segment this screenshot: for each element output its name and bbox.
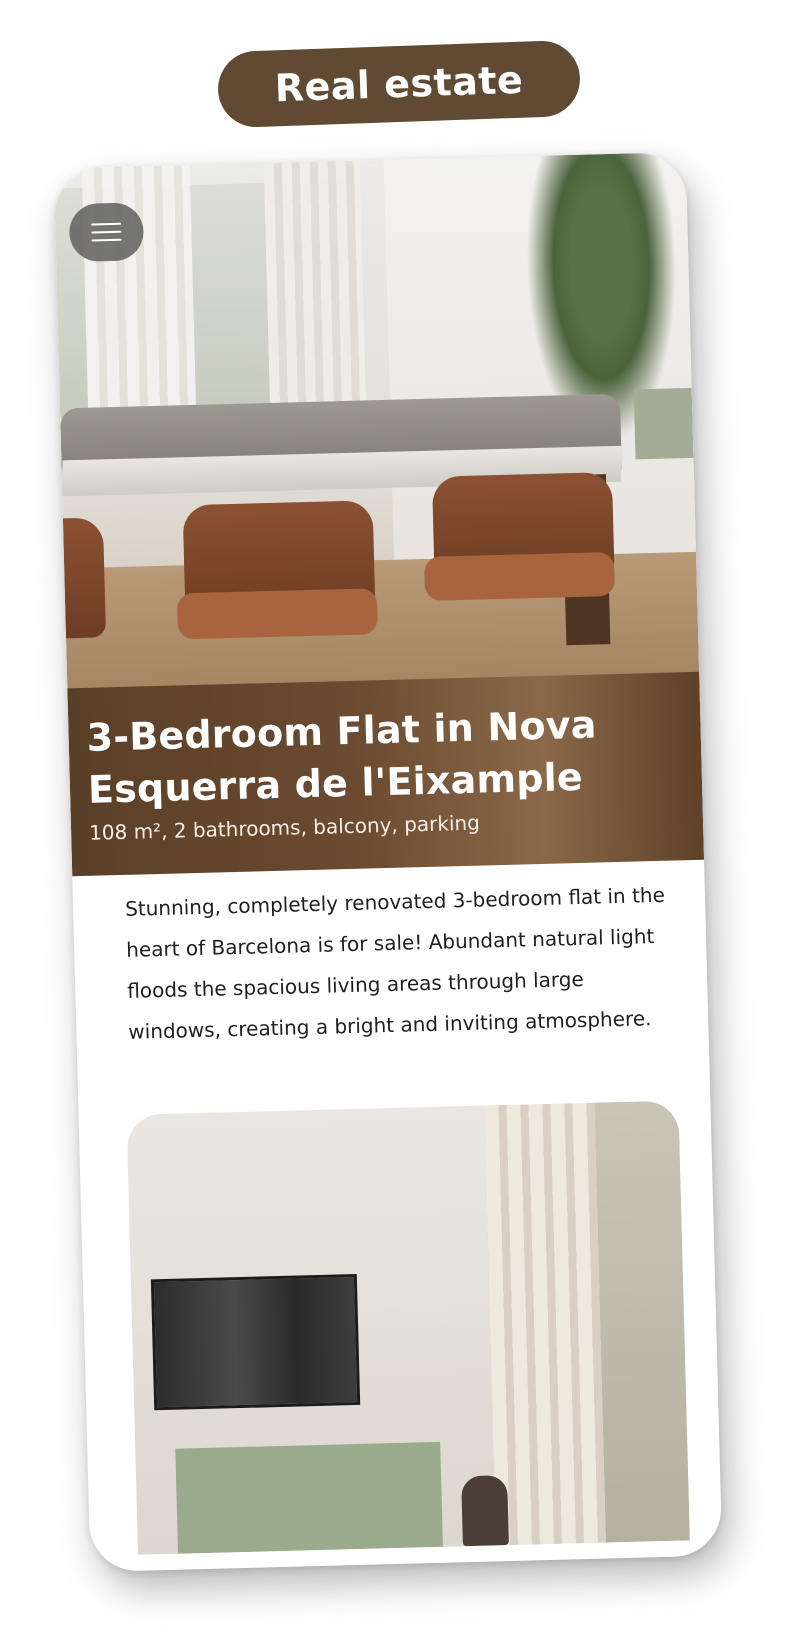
listing-title: 3-Bedroom Flat in Nova Esquerra de l'Eix…	[86, 702, 598, 812]
hamburger-menu-icon	[91, 222, 122, 242]
category-badge: Real estate	[216, 39, 582, 129]
listing-header: 3-Bedroom Flat in Nova Esquerra de l'Eix…	[67, 671, 705, 877]
phone-frame: 3-Bedroom Flat in Nova Esquerra de l'Eix…	[53, 151, 723, 1573]
page: Real estate 3-Bedroom Flat in Nova Esque…	[0, 0, 800, 1650]
living-room-image	[126, 1100, 690, 1555]
tv-icon	[150, 1273, 361, 1411]
hero-image-dining-room	[53, 151, 700, 715]
listing-description: Stunning, completely renovated 3-bedroom…	[124, 882, 666, 1044]
menu-button[interactable]	[68, 202, 145, 263]
category-badge-label: Real estate	[274, 57, 524, 111]
